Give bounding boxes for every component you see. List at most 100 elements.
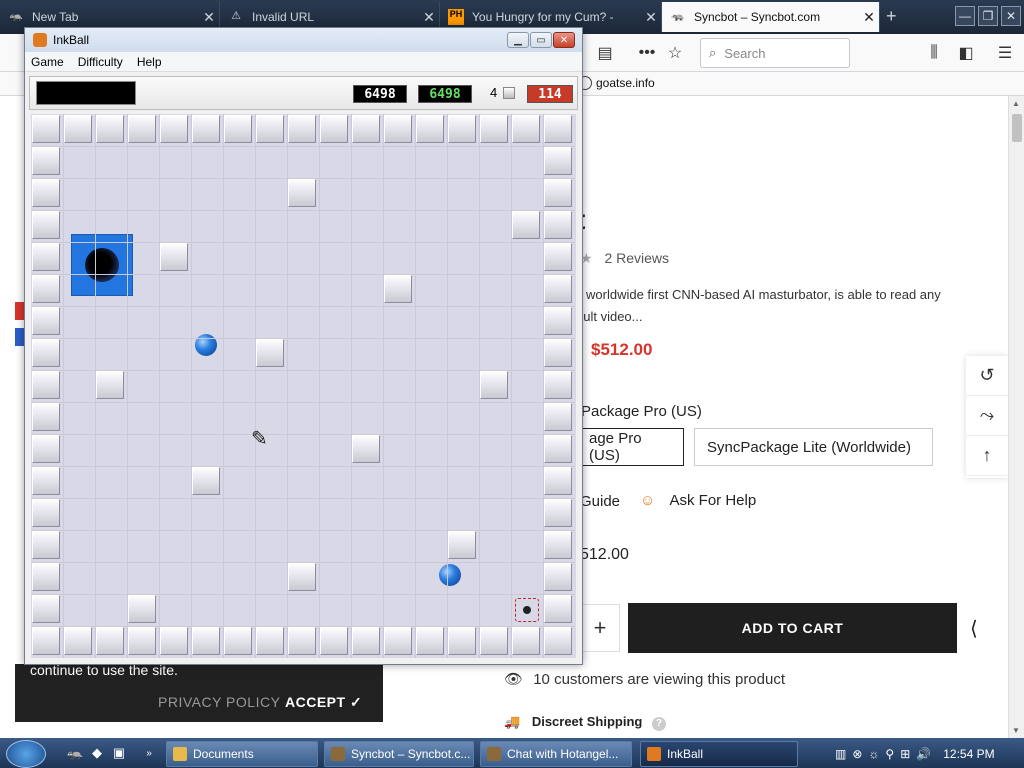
tab-label: New Tab (32, 10, 79, 24)
close-tab-icon[interactable]: ✕ (419, 9, 439, 26)
game-board[interactable] (31, 114, 576, 658)
taskbar-syncbot[interactable]: Syncbot – Syncbot.c... (324, 741, 474, 767)
privacy-policy-link[interactable]: PRIVACY POLICY (158, 694, 280, 710)
network-icon[interactable]: ⊞ (900, 747, 910, 761)
wall-block (224, 115, 252, 143)
minimize-icon[interactable]: ▁ (507, 32, 529, 48)
option-lite-worldwide[interactable]: SyncPackage Lite (Worldwide) (694, 428, 933, 466)
tray-icon[interactable]: ⚲ (885, 747, 894, 761)
wall-block (160, 627, 188, 655)
wall-block (384, 627, 412, 655)
wall-block (448, 627, 476, 655)
help-icon[interactable]: ? (651, 717, 666, 731)
grid-line (127, 114, 128, 658)
volume-icon[interactable]: 🔊 (916, 747, 931, 761)
taskbar-chat[interactable]: Chat with Hotangel... (480, 741, 632, 767)
badger-icon: 🦡 (671, 10, 685, 22)
reader-view-icon[interactable]: ▤ (594, 42, 616, 64)
scroll-down-icon[interactable]: ▼ (1012, 726, 1020, 735)
truck-icon: 🚚 (504, 714, 521, 729)
show-desktop-icon[interactable]: ▣ (110, 744, 128, 762)
reviews-row[interactable]: ★ 2 Reviews (580, 250, 669, 267)
sidebar-icon[interactable]: ◧ (955, 42, 977, 64)
wall-block (544, 179, 572, 207)
menu-icon[interactable]: ☰ (994, 42, 1016, 64)
page-scrollbar[interactable]: ▲ ▼ (1008, 96, 1024, 738)
accept-button[interactable]: ACCEPT ✓ (285, 694, 362, 711)
quantity-plus-button[interactable]: + (580, 604, 620, 652)
history-icon[interactable]: ↺ (966, 356, 1008, 396)
share-icon[interactable]: ⤳ (966, 396, 1008, 436)
chevron-icon[interactable]: » (140, 744, 158, 762)
close-icon[interactable]: ✕ (553, 32, 575, 48)
close-tab-icon[interactable]: ✕ (641, 9, 661, 26)
wall-block (160, 243, 188, 271)
grid-line (31, 178, 575, 179)
grid-line (543, 114, 544, 658)
viewing-text: 10 customers are viewing this product (533, 671, 786, 688)
cookie-banner: continue to use the site. PRIVACY POLICY… (15, 662, 383, 722)
grid-line (31, 370, 575, 371)
ball-spawn-point (515, 598, 539, 622)
restore-icon[interactable]: ❐ (978, 6, 998, 26)
wall-block (352, 435, 380, 463)
menu-difficulty[interactable]: Difficulty (72, 55, 131, 69)
wall-block (32, 115, 60, 143)
inkball-title-bar[interactable]: InkBall (25, 28, 582, 52)
tray-icon[interactable]: ⊗ (852, 747, 862, 761)
badger-icon: 🦡 (9, 10, 23, 22)
menu-game[interactable]: Game (25, 55, 72, 69)
wall-block (288, 627, 316, 655)
grid-line (31, 338, 575, 339)
clock[interactable]: 12:54 PM (943, 747, 994, 761)
badger-icon (487, 747, 501, 761)
new-tab-button[interactable]: + (886, 6, 897, 27)
minimize-icon[interactable]: — (955, 6, 975, 26)
grid-line (479, 114, 480, 658)
size-guide-link[interactable]: Guide (580, 493, 620, 510)
grid-line (31, 242, 575, 243)
wall-block (192, 627, 220, 655)
quicklaunch-icon[interactable]: ◆ (88, 744, 106, 762)
ask-for-help-link[interactable]: ☺ Ask For Help (640, 492, 756, 509)
back-to-top-icon[interactable]: ↑ (966, 436, 1008, 476)
share-icon[interactable]: ⟨ (970, 616, 978, 641)
close-icon[interactable]: ✕ (1001, 6, 1021, 26)
taskbar-documents[interactable]: Documents (166, 741, 318, 767)
maximize-icon[interactable]: ▭ (530, 32, 552, 48)
wall-block (32, 179, 60, 207)
tray-icon[interactable]: ▥ (835, 747, 846, 761)
pen-cursor-icon: ✎ (251, 428, 268, 450)
scroll-up-icon[interactable]: ▲ (1012, 99, 1020, 108)
close-tab-icon[interactable]: ✕ (859, 9, 879, 26)
grid-line (287, 114, 288, 658)
page-actions-icon[interactable]: ••• (636, 42, 658, 64)
wall-block (32, 275, 60, 303)
tray-icon[interactable]: ☼ (868, 747, 879, 761)
tab-syncbot[interactable]: 🦡 Syncbot – Syncbot.com ✕ (662, 2, 880, 32)
grid-line (447, 114, 448, 658)
wall-block (128, 115, 156, 143)
wall-block (480, 371, 508, 399)
quicklaunch-icon[interactable]: 🦡 (66, 744, 84, 762)
start-button[interactable] (6, 740, 46, 768)
scroll-thumb[interactable] (1012, 114, 1022, 142)
option-pro-us[interactable]: age Pro (US) (576, 428, 684, 466)
library-icon[interactable]: ⫼ (923, 42, 945, 64)
grid-line (31, 562, 575, 563)
menu-help[interactable]: Help (131, 55, 170, 69)
grid-line (95, 114, 96, 658)
grid-line (319, 114, 320, 658)
grid-line (383, 114, 384, 658)
add-to-cart-button[interactable]: ADD TO CART (628, 603, 957, 653)
grid-line (63, 114, 64, 658)
taskbar-inkball[interactable]: InkBall (640, 741, 798, 767)
close-tab-icon[interactable]: ✕ (199, 9, 219, 26)
taskbar-label: Syncbot – Syncbot.c... (351, 747, 471, 761)
search-input[interactable]: ⌕ Search (700, 38, 850, 68)
timer: 114 (527, 85, 573, 103)
bookmark-goatse[interactable]: goatse.info (578, 76, 655, 90)
bookmark-star-icon[interactable]: ☆ (664, 42, 686, 64)
current-score: 6498 (418, 85, 472, 103)
wall-block (320, 627, 348, 655)
